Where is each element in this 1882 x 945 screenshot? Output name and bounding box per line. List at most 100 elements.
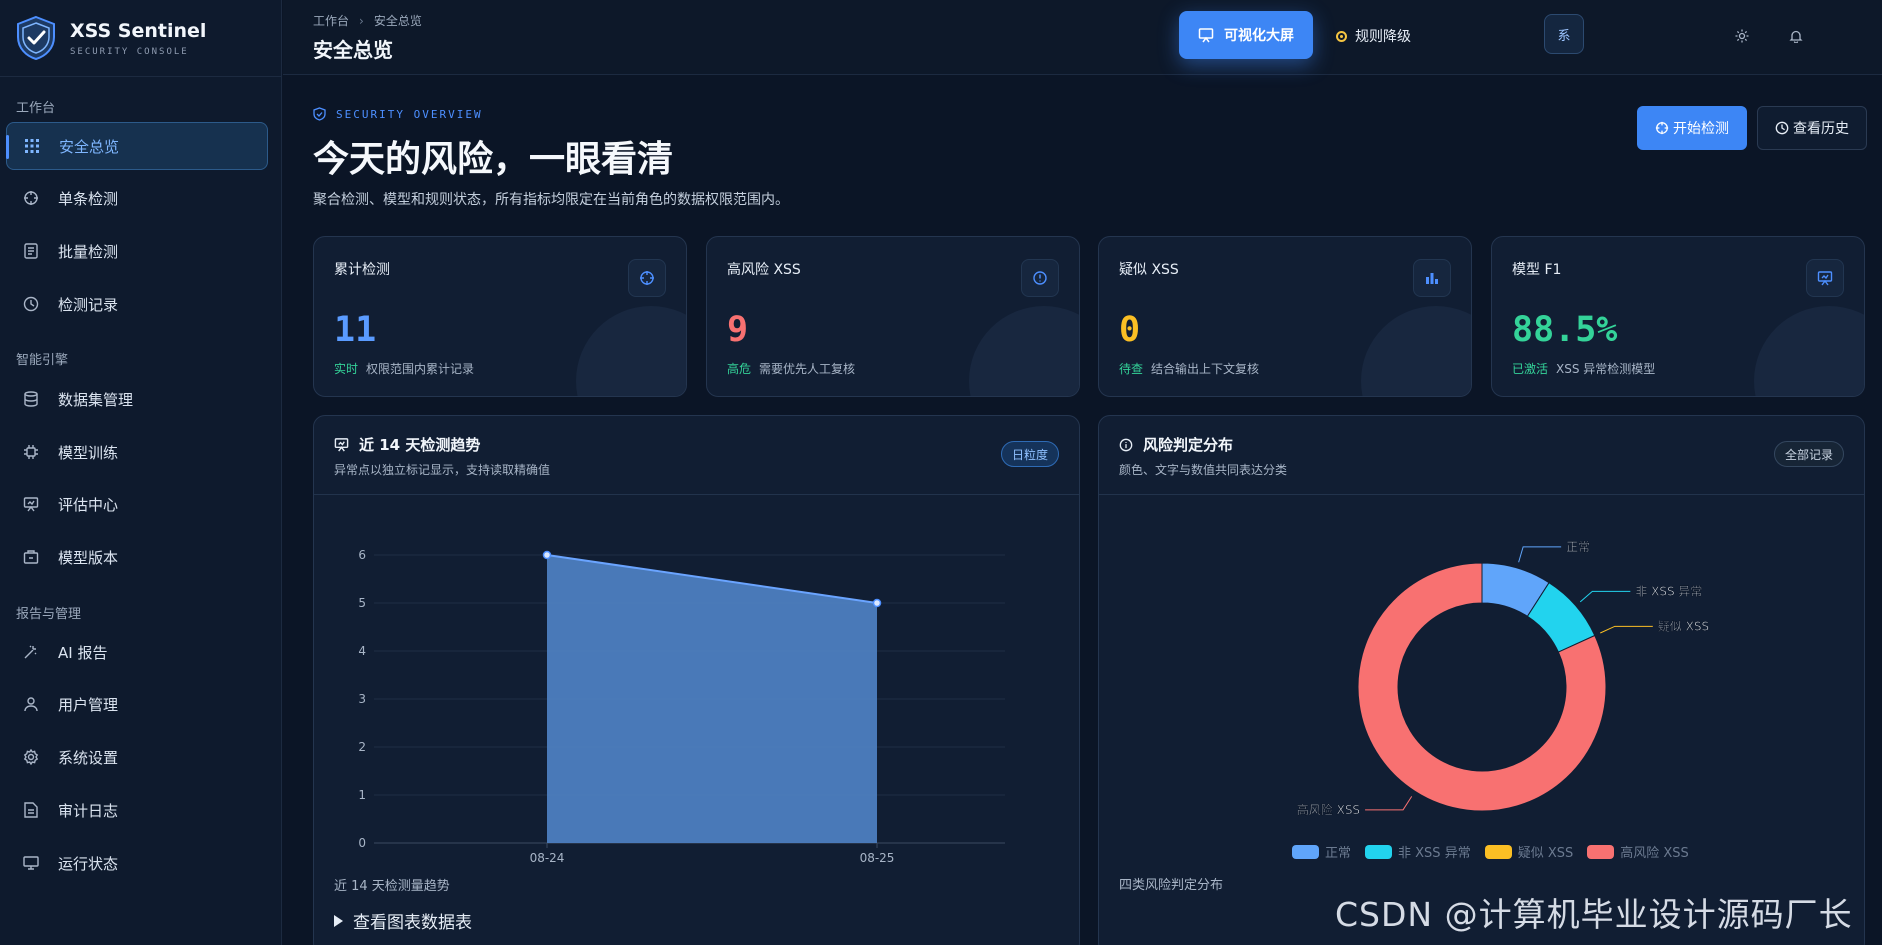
stat-footnote: 已激活 XSS 异常检测模型	[1512, 360, 1655, 377]
all-records-pill[interactable]: 全部记录	[1773, 441, 1844, 467]
overview-tag: SECURITY OVERVIEW	[313, 107, 483, 121]
sidebar-item-single-detect[interactable]: 单条检测	[6, 174, 268, 222]
stat-tag: 已激活	[1512, 362, 1549, 376]
sidebar-item-datasets[interactable]: 数据集管理	[6, 375, 268, 423]
data-point[interactable]	[542, 550, 552, 560]
sidebar-item-label: 评估中心	[58, 495, 119, 514]
stat-footnote: 实时 权限范围内累计记录	[334, 360, 474, 377]
presentation-icon	[1198, 28, 1214, 43]
trend-panel-title: 近 14 天检测趋势	[334, 434, 480, 455]
data-point[interactable]	[872, 598, 882, 608]
risk-panel: 风险判定分布 颜色、文字与数值共同表达分类 全部记录 正常非 XSS 异常 疑似 …	[1098, 415, 1865, 945]
visualization-screen-button[interactable]: 可视化大屏	[1179, 11, 1313, 59]
stat-footnote: 待查 结合输出上下文复核	[1119, 360, 1259, 377]
info-icon	[1119, 438, 1133, 451]
legend-swatch	[1587, 844, 1615, 859]
crosshair-icon	[22, 189, 40, 207]
legend-swatch	[1292, 844, 1319, 859]
bell-icon[interactable]	[1786, 26, 1806, 46]
sidebar-item-label: 模型训练	[58, 443, 119, 462]
sidebar-item-training[interactable]: 模型训练	[6, 428, 268, 476]
risk-panel-title: 风险判定分布	[1119, 434, 1233, 455]
risk-chart-caption: 四类风险判定分布	[1119, 878, 1224, 893]
stat-card-model-f1: 模型 F1 88.5% 已激活 XSS 异常检测模型	[1491, 236, 1865, 397]
legend-label: 高风险 XSS	[1620, 846, 1689, 861]
view-data-table-toggle[interactable]: 查看图表数据表	[334, 908, 472, 933]
stat-card-total: 累计检测 11 实时 权限范围内累计记录	[313, 236, 687, 397]
sidebar-item-label: 用户管理	[58, 695, 119, 714]
y-tick-label: 2	[358, 740, 366, 754]
trend-panel-title-text: 近 14 天检测趋势	[359, 436, 481, 454]
trend-chart-caption: 近 14 天检测量趋势	[334, 879, 450, 894]
presentation-icon	[334, 438, 349, 452]
brand: XSS Sentinel SECURITY CONSOLE	[0, 0, 281, 77]
sidebar-item-users[interactable]: 用户管理	[6, 680, 268, 728]
start-detection-button[interactable]: 开始检测	[1637, 106, 1747, 150]
monitor-icon	[22, 854, 40, 872]
hero-subtitle: 聚合检测、模型和规则状态，所有指标均限定在当前角色的数据权限范围内。	[313, 192, 789, 208]
sidebar: XSS Sentinel SECURITY CONSOLE 工作台 智能引擎 报…	[0, 0, 282, 945]
leader-line	[1518, 546, 1562, 563]
granularity-pill[interactable]: 日粒度	[1000, 441, 1059, 467]
area-fill	[547, 555, 877, 843]
shield-check-icon	[313, 107, 326, 121]
stat-value: 88.5%	[1512, 310, 1618, 350]
sidebar-item-ai-report[interactable]: AI 报告	[6, 628, 268, 676]
view-data-table-label: 查看图表数据表	[353, 913, 472, 933]
sidebar-item-overview[interactable]: 安全总览	[6, 122, 268, 170]
sidebar-item-label: 单条检测	[58, 189, 119, 208]
sidebar-item-audit-log[interactable]: 审计日志	[6, 786, 268, 834]
status-dot-icon	[1336, 30, 1347, 42]
sidebar-item-label: 安全总览	[59, 137, 120, 156]
sidebar-item-evaluation[interactable]: 评估中心	[6, 480, 268, 528]
breadcrumb-item[interactable]: 工作台	[313, 12, 349, 29]
legend-item[interactable]: 正常	[1292, 842, 1351, 861]
stat-label: 疑似 XSS	[1119, 262, 1179, 278]
view-history-button[interactable]: 查看历史	[1757, 106, 1867, 150]
y-tick-label: 6	[358, 548, 366, 562]
legend-item[interactable]: 疑似 XSS	[1484, 842, 1573, 861]
nav-group-engine: 智能引擎	[16, 353, 69, 368]
clock-icon	[1775, 121, 1789, 135]
sun-icon[interactable]	[1732, 26, 1752, 46]
breadcrumb: 工作台 › 安全总览	[313, 12, 422, 29]
database-icon	[22, 390, 40, 408]
card-decoration	[1754, 306, 1864, 396]
risk-panel-subtitle: 颜色、文字与数值共同表达分类	[1119, 463, 1288, 477]
rule-status-indicator[interactable]: 规则降级	[1336, 26, 1411, 46]
y-tick-label: 1	[358, 788, 366, 802]
risk-panel-header: 风险判定分布 颜色、文字与数值共同表达分类 全部记录	[1099, 416, 1864, 495]
sidebar-item-label: 审计日志	[58, 801, 119, 820]
sidebar-item-records[interactable]: 检测记录	[6, 280, 268, 328]
avatar[interactable]: 系	[1544, 14, 1584, 54]
sidebar-item-settings[interactable]: 系统设置	[6, 733, 268, 781]
legend-swatch	[1365, 844, 1393, 859]
trend-panel-subtitle: 异常点以独立标记显示，支持读取精确值	[334, 463, 551, 477]
card-decoration	[576, 306, 686, 396]
chevron-right-icon: ›	[359, 13, 364, 28]
legend-item[interactable]: 非 XSS 异常	[1365, 842, 1471, 861]
stat-label: 高风险 XSS	[727, 262, 801, 278]
y-tick-label: 5	[358, 596, 366, 610]
sidebar-item-versions[interactable]: 模型版本	[6, 533, 268, 581]
card-decoration	[969, 306, 1079, 396]
sidebar-item-batch-detect[interactable]: 批量检测	[6, 227, 268, 275]
sidebar-item-label: 数据集管理	[58, 390, 134, 409]
leader-line	[1365, 796, 1413, 811]
user-icon	[22, 695, 40, 713]
card-decoration	[1361, 306, 1471, 396]
stat-value: 0	[1119, 310, 1141, 350]
sidebar-item-runtime-status[interactable]: 运行状态	[6, 839, 268, 887]
sidebar-item-label: 模型版本	[58, 548, 119, 567]
visualization-screen-label: 可视化大屏	[1224, 28, 1294, 44]
package-icon	[22, 548, 40, 566]
legend-item[interactable]: 高风险 XSS	[1587, 842, 1689, 861]
stat-desc: 结合输出上下文复核	[1151, 362, 1260, 376]
breadcrumb-item: 安全总览	[373, 14, 422, 28]
rule-status-label: 规则降级	[1355, 29, 1411, 45]
shield-logo-icon	[17, 15, 55, 61]
y-tick-label: 3	[358, 692, 366, 706]
page-title: 安全总览	[313, 38, 393, 62]
stat-tag: 待查	[1119, 362, 1144, 376]
alert-circle-icon	[1021, 259, 1059, 297]
